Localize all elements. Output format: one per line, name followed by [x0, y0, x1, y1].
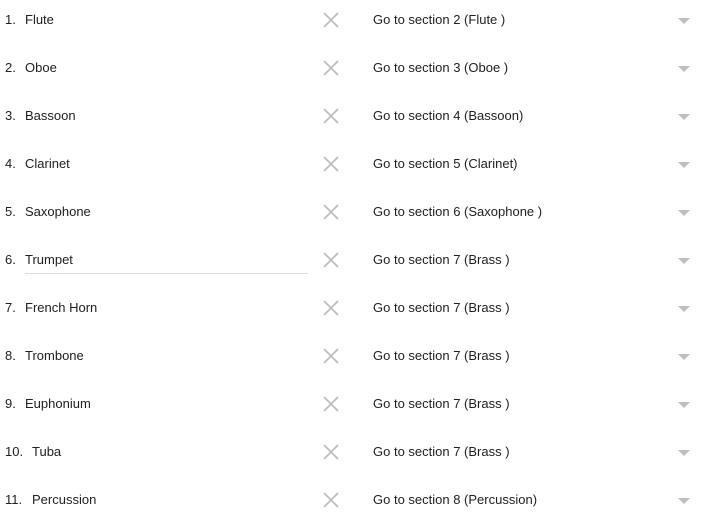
- go-to-section-select[interactable]: Go to section 7 (Brass ): [373, 396, 510, 412]
- option-number: 1.: [5, 12, 16, 27]
- arrow-drop-down-icon: [678, 210, 690, 216]
- remove-option-button[interactable]: [322, 443, 340, 461]
- close-icon: [323, 60, 339, 76]
- dropdown-button[interactable]: [677, 352, 691, 362]
- option-label-input[interactable]: Tuba: [32, 444, 308, 460]
- go-to-section-select[interactable]: Go to section 7 (Brass ): [373, 300, 510, 316]
- remove-option-button[interactable]: [322, 155, 340, 173]
- remove-option-button[interactable]: [322, 59, 340, 77]
- option-label-input[interactable]: Clarinet: [25, 156, 308, 172]
- option-row: 6. Trumpet Go to section 7 (Brass ): [0, 240, 705, 288]
- arrow-drop-down-icon: [678, 354, 690, 360]
- arrow-drop-down-icon: [678, 498, 690, 504]
- option-row: 7. French Horn Go to section 7 (Brass ): [0, 288, 705, 336]
- go-to-section-select[interactable]: Go to section 6 (Saxophone ): [373, 204, 542, 220]
- option-number: 6.: [5, 252, 16, 267]
- close-icon: [323, 156, 339, 172]
- option-row: 2. Oboe Go to section 3 (Oboe ): [0, 48, 705, 96]
- option-number: 5.: [5, 204, 16, 219]
- remove-option-button[interactable]: [322, 11, 340, 29]
- option-label-input-focused[interactable]: Trumpet: [25, 252, 308, 274]
- option-row: 3. Bassoon Go to section 4 (Bassoon): [0, 96, 705, 144]
- close-icon: [323, 348, 339, 364]
- option-label-input[interactable]: Saxophone: [25, 204, 308, 220]
- option-number: 11.: [5, 492, 23, 507]
- option-label-input[interactable]: French Horn: [25, 300, 308, 316]
- arrow-drop-down-icon: [678, 66, 690, 72]
- close-icon: [323, 444, 339, 460]
- option-label-input[interactable]: Flute: [25, 12, 308, 28]
- option-number: 10.: [5, 444, 24, 459]
- dropdown-button[interactable]: [677, 400, 691, 410]
- dropdown-button[interactable]: [677, 64, 691, 74]
- close-icon: [323, 108, 339, 124]
- arrow-drop-down-icon: [678, 258, 690, 264]
- remove-option-button[interactable]: [322, 251, 340, 269]
- close-icon: [323, 12, 339, 28]
- dropdown-button[interactable]: [677, 496, 691, 506]
- close-icon: [323, 492, 339, 508]
- option-row: 9. Euphonium Go to section 7 (Brass ): [0, 384, 705, 432]
- dropdown-button[interactable]: [677, 256, 691, 266]
- close-icon: [323, 204, 339, 220]
- arrow-drop-down-icon: [678, 162, 690, 168]
- dropdown-button[interactable]: [677, 160, 691, 170]
- remove-option-button[interactable]: [322, 347, 340, 365]
- option-row: 11. Percussion Go to section 8 (Percussi…: [0, 480, 705, 528]
- remove-option-button[interactable]: [322, 107, 340, 125]
- arrow-drop-down-icon: [678, 402, 690, 408]
- option-number: 3.: [5, 108, 16, 123]
- arrow-drop-down-icon: [678, 306, 690, 312]
- dropdown-button[interactable]: [677, 448, 691, 458]
- go-to-section-select[interactable]: Go to section 3 (Oboe ): [373, 60, 508, 76]
- arrow-drop-down-icon: [678, 114, 690, 120]
- go-to-section-select[interactable]: Go to section 4 (Bassoon): [373, 108, 523, 124]
- option-row: 8. Trombone Go to section 7 (Brass ): [0, 336, 705, 384]
- close-icon: [323, 396, 339, 412]
- answer-options-list: 1. Flute Go to section 2 (Flute ) 2. Obo…: [0, 0, 705, 528]
- remove-option-button[interactable]: [322, 491, 340, 509]
- dropdown-button[interactable]: [677, 16, 691, 26]
- dropdown-button[interactable]: [677, 208, 691, 218]
- option-label-input[interactable]: Bassoon: [25, 108, 308, 124]
- go-to-section-select[interactable]: Go to section 2 (Flute ): [373, 12, 505, 28]
- option-number: 4.: [5, 156, 16, 171]
- arrow-drop-down-icon: [678, 18, 690, 24]
- close-icon: [323, 252, 339, 268]
- arrow-drop-down-icon: [678, 450, 690, 456]
- go-to-section-select[interactable]: Go to section 7 (Brass ): [373, 252, 510, 268]
- option-number: 7.: [5, 300, 16, 315]
- go-to-section-select[interactable]: Go to section 7 (Brass ): [373, 444, 510, 460]
- remove-option-button[interactable]: [322, 395, 340, 413]
- option-label-input[interactable]: Trombone: [25, 348, 308, 364]
- remove-option-button[interactable]: [322, 203, 340, 221]
- option-row: 1. Flute Go to section 2 (Flute ): [0, 0, 705, 48]
- close-icon: [323, 300, 339, 316]
- option-label-input[interactable]: Percussion: [32, 492, 308, 508]
- dropdown-button[interactable]: [677, 304, 691, 314]
- option-label-input[interactable]: Euphonium: [25, 396, 308, 412]
- option-number: 2.: [5, 60, 16, 75]
- go-to-section-select[interactable]: Go to section 8 (Percussion): [373, 492, 537, 508]
- remove-option-button[interactable]: [322, 299, 340, 317]
- dropdown-button[interactable]: [677, 112, 691, 122]
- go-to-section-select[interactable]: Go to section 7 (Brass ): [373, 348, 510, 364]
- go-to-section-select[interactable]: Go to section 5 (Clarinet): [373, 156, 518, 172]
- option-row: 5. Saxophone Go to section 6 (Saxophone …: [0, 192, 705, 240]
- option-label-input[interactable]: Oboe: [25, 60, 308, 76]
- option-number: 9.: [5, 396, 16, 411]
- option-row: 10. Tuba Go to section 7 (Brass ): [0, 432, 705, 480]
- option-number: 8.: [5, 348, 16, 363]
- option-row: 4. Clarinet Go to section 5 (Clarinet): [0, 144, 705, 192]
